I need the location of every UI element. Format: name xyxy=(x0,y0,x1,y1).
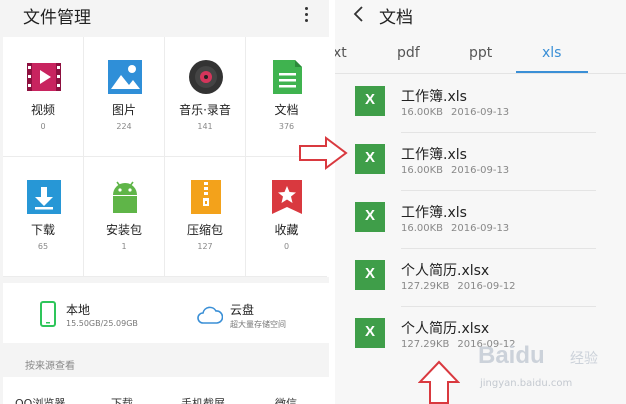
watermark-url: jingyan.baidu.com xyxy=(480,378,573,389)
section-title: 按来源查看 xyxy=(25,361,75,372)
page-title: 文件管理 xyxy=(23,8,91,28)
more-options-icon[interactable] xyxy=(300,5,314,25)
tab-bar: xt pdf ppt xls xyxy=(335,38,626,74)
header: 文件管理 xyxy=(0,0,329,30)
category-count: 0 xyxy=(40,122,46,131)
file-meta: 16.00KB 2016-09-13 xyxy=(401,223,510,234)
file-name: 工作簿.xls xyxy=(401,147,467,163)
excel-file-icon: X xyxy=(355,144,385,174)
cloud-storage-label: 云盘 xyxy=(230,303,255,317)
download-icon xyxy=(27,180,61,214)
excel-file-icon: X xyxy=(355,318,385,348)
arrow-up-icon xyxy=(418,360,460,404)
local-storage[interactable]: 本地 15.50GB/25.09GB xyxy=(3,283,166,343)
file-meta: 16.00KB 2016-09-13 xyxy=(401,165,510,176)
watermark-brand: Baidu xyxy=(478,342,545,369)
category-grid: 视频 0 图片 224 音乐·录音 141 文档 376 下载 65 安装包 1… xyxy=(3,37,329,277)
category-count: 1 xyxy=(121,242,127,251)
phone-icon xyxy=(40,301,56,327)
category-label: 压缩包 xyxy=(186,223,223,237)
file-name: 工作簿.xls xyxy=(401,89,467,105)
document-icon xyxy=(273,60,302,94)
local-storage-size: 15.50GB/25.09GB xyxy=(66,319,138,328)
back-arrow-icon[interactable] xyxy=(349,4,369,24)
category-count: 376 xyxy=(278,122,295,131)
source-item[interactable]: 微信 xyxy=(275,395,297,404)
music-icon xyxy=(189,60,223,94)
category-label: 安装包 xyxy=(105,223,142,237)
watermark-text: 经验 xyxy=(570,351,598,367)
header: 文档 xyxy=(335,0,626,30)
file-row[interactable]: X 工作簿.xls 16.00KB 2016-09-13 xyxy=(335,133,626,191)
category-count: 65 xyxy=(37,242,49,251)
tab-pdf[interactable]: pdf xyxy=(397,45,420,61)
cloud-storage-desc: 超大量存储空间 xyxy=(230,320,286,329)
category-count: 127 xyxy=(197,242,213,251)
category-count: 0 xyxy=(283,242,290,251)
source-item[interactable]: 手机截屏 xyxy=(181,395,225,404)
file-meta: 16.00KB 2016-09-13 xyxy=(401,107,510,118)
cloud-storage[interactable]: 云盘 超大量存储空间 xyxy=(166,283,329,343)
file-row[interactable]: X 个人简历.xlsx 127.29KB 2016-09-12 xyxy=(335,249,626,307)
category-count: 141 xyxy=(197,122,213,131)
category-video[interactable]: 视频 0 xyxy=(3,37,84,157)
file-row[interactable]: X 工作簿.xls 16.00KB 2016-09-13 xyxy=(335,191,626,249)
category-label: 文档 xyxy=(274,103,299,117)
local-storage-label: 本地 xyxy=(66,303,91,317)
source-list: QQ浏览器 下载 手机截屏 微信 xyxy=(3,377,329,404)
arrow-right-icon xyxy=(299,136,348,170)
category-archives[interactable]: 压缩包 127 xyxy=(165,157,246,277)
image-icon xyxy=(108,60,142,94)
tab-xls[interactable]: xls xyxy=(542,45,561,61)
source-item[interactable]: QQ浏览器 xyxy=(15,395,65,404)
android-icon xyxy=(113,181,137,213)
file-manager-panel: 文件管理 视频 0 图片 224 音乐·录音 141 文档 376 下载 65 … xyxy=(0,0,329,404)
source-item[interactable]: 下载 xyxy=(111,395,133,404)
category-label: 下载 xyxy=(30,223,55,237)
file-name: 工作簿.xls xyxy=(401,205,467,221)
excel-file-icon: X xyxy=(355,260,385,290)
category-favorites[interactable]: 收藏 0 xyxy=(246,157,327,277)
category-label: 收藏 xyxy=(274,223,299,237)
cloud-icon xyxy=(197,306,223,324)
file-row[interactable]: X 工作簿.xls 16.00KB 2016-09-13 xyxy=(335,75,626,133)
video-icon xyxy=(27,63,61,91)
category-images[interactable]: 图片 224 xyxy=(84,37,165,157)
tab-ppt[interactable]: ppt xyxy=(469,45,492,61)
watermark: Baidu 经验 jingyan.baidu.com xyxy=(470,334,620,404)
category-downloads[interactable]: 下载 65 xyxy=(3,157,84,277)
category-label: 音乐·录音 xyxy=(179,103,231,117)
file-meta: 127.29KB 2016-09-12 xyxy=(401,281,516,292)
storage-section: 本地 15.50GB/25.09GB 云盘 超大量存储空间 xyxy=(3,283,329,343)
excel-file-icon: X xyxy=(355,202,385,232)
file-name: 个人简历.xlsx xyxy=(401,263,490,279)
category-music[interactable]: 音乐·录音 141 xyxy=(165,37,246,157)
page-title: 文档 xyxy=(379,8,413,28)
category-apk[interactable]: 安装包 1 xyxy=(84,157,165,277)
category-label: 图片 xyxy=(111,103,136,117)
category-label: 视频 xyxy=(30,103,55,117)
active-tab-indicator xyxy=(516,71,588,73)
excel-file-icon: X xyxy=(355,86,385,116)
star-icon xyxy=(272,180,302,214)
tab-txt[interactable]: xt xyxy=(335,45,347,61)
category-count: 224 xyxy=(116,122,132,131)
zip-icon xyxy=(191,180,221,214)
